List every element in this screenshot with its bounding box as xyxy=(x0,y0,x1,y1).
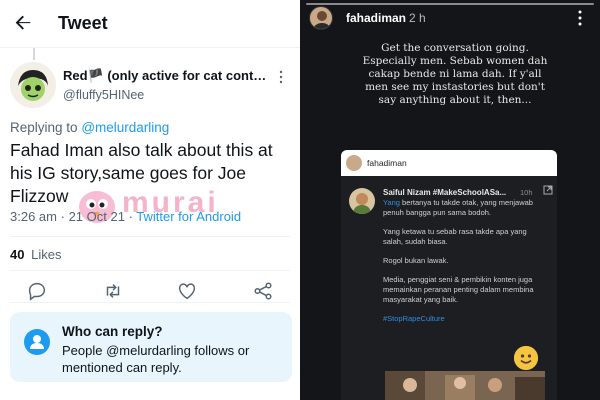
comment-paragraph: Yang ketawa tu sebab rasa takde apa yang… xyxy=(383,227,527,246)
divider xyxy=(10,270,290,271)
comment-highlight: Yang xyxy=(383,198,400,207)
who-can-reply-box: Who can reply? People @melurdarling foll… xyxy=(10,312,292,382)
embed-username: fahadiman xyxy=(367,158,407,168)
story-text: Get the conversation going. Especially m… xyxy=(362,42,548,106)
comment-paragraph: Yang bertanya tu takde otak, yang menjaw… xyxy=(383,198,548,218)
comment-text: bertanya tu takde otak, yang menjawab pe… xyxy=(383,198,533,217)
like-heart-icon[interactable] xyxy=(176,280,198,302)
comment-body: Yang bertanya tu takde otak, yang menjaw… xyxy=(383,198,548,333)
meta-separator: · xyxy=(60,209,69,224)
likes-count[interactable]: 40 Likes xyxy=(10,247,61,262)
comment-time: 10h xyxy=(520,188,533,197)
embed-header: fahadiman xyxy=(341,150,557,176)
likes-label: Likes xyxy=(31,247,62,262)
tweet-header: Tweet xyxy=(0,0,300,48)
who-can-reply-title: Who can reply? xyxy=(62,324,163,339)
tweet-actions xyxy=(0,280,300,304)
comment-paragraph: Media, penggiat seni & pembikin konten j… xyxy=(383,275,534,304)
story-avatar[interactable] xyxy=(309,6,333,30)
tweet-time: 3:26 am xyxy=(10,209,57,224)
page-title: Tweet xyxy=(58,13,108,33)
author-avatar[interactable] xyxy=(10,62,56,108)
share-icon xyxy=(543,185,553,195)
more-options-icon[interactable] xyxy=(577,10,583,26)
replying-to: Replying to @melurdarling xyxy=(10,120,169,135)
thread-connector-line xyxy=(33,48,35,60)
tweet-text: Fahad Iman also talk about this at his I… xyxy=(10,140,273,206)
likes-number: 40 xyxy=(10,247,25,262)
author-handle[interactable]: @fluffy5HINee xyxy=(63,88,144,102)
more-options-icon[interactable] xyxy=(276,70,286,84)
reply-icon[interactable] xyxy=(26,280,48,302)
hashtag: #StopRapeCulture xyxy=(383,314,445,323)
replying-to-link[interactable]: @melurdarling xyxy=(81,120,169,135)
tweet-date: 21 Oct 21 xyxy=(68,209,125,224)
retweet-icon[interactable] xyxy=(102,280,124,302)
video-thumbnail xyxy=(385,371,545,400)
who-can-reply-description: People @melurdarling follows or mentione… xyxy=(62,343,250,375)
author-name[interactable]: Red🏴 (only active for cat conte... xyxy=(63,68,267,84)
comment-paragraph: Rogol bukan lawak. xyxy=(383,256,449,265)
back-arrow-icon[interactable] xyxy=(12,12,34,34)
tweet-metadata: 3:26 am · 21 Oct 21 · Twitter for Androi… xyxy=(10,209,241,224)
story-progress-bar xyxy=(306,3,594,5)
twitter-panel: Tweet Red🏴 (only active for cat conte...… xyxy=(0,0,300,400)
mention-people-icon xyxy=(24,329,50,355)
avatar-cartoon-icon xyxy=(10,62,56,108)
embed-avatar xyxy=(346,155,362,171)
comment-author: Saiful Nizam #MakeSchoolASa... xyxy=(383,188,507,197)
divider xyxy=(10,302,290,303)
story-time: 2 h xyxy=(409,11,426,25)
comment-avatar xyxy=(349,188,375,214)
smiley-face-icon xyxy=(514,346,538,370)
share-icon[interactable] xyxy=(252,280,274,302)
divider xyxy=(10,236,290,237)
tweet-source-link[interactable]: Twitter for Android xyxy=(136,209,241,224)
story-username[interactable]: fahadiman xyxy=(346,11,406,25)
replying-label: Replying to xyxy=(10,120,78,135)
